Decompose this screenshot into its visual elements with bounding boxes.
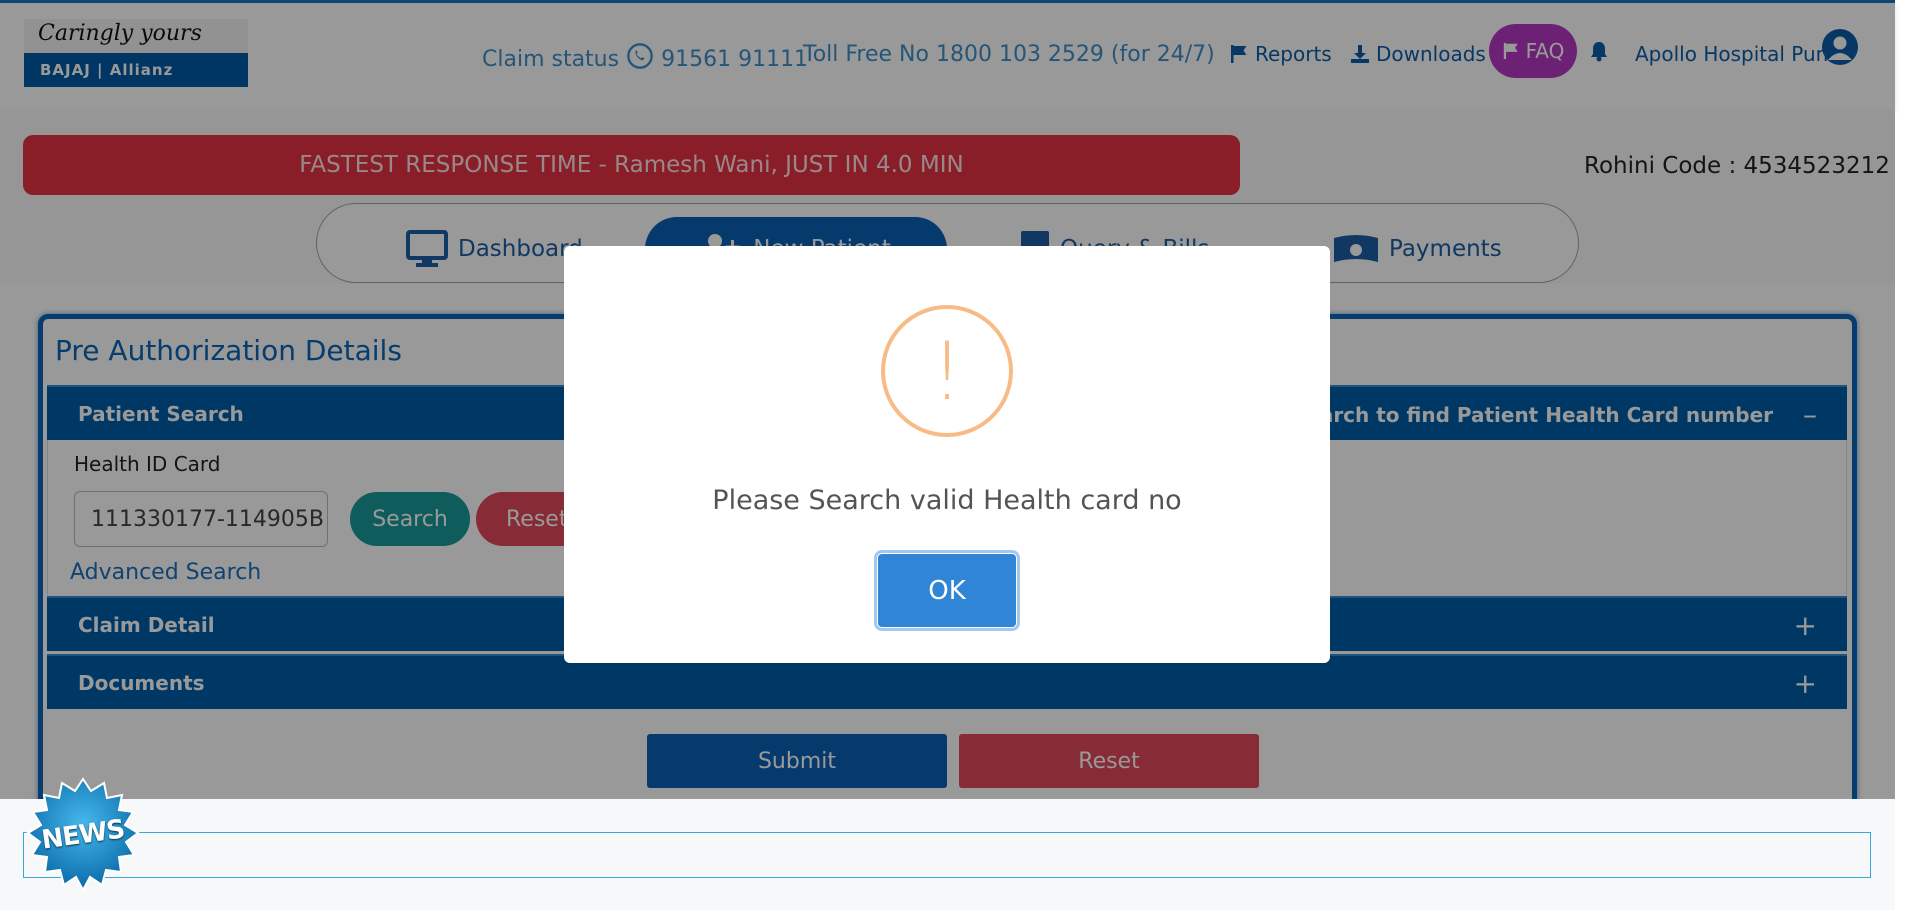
ok-button[interactable]: OK xyxy=(877,553,1017,628)
news-badge: NEWS xyxy=(25,777,141,893)
news-badge-label: NEWS xyxy=(39,814,127,856)
news-ticker xyxy=(23,832,1871,878)
warning-icon: ! xyxy=(881,305,1013,437)
alert-message: Please Search valid Health card no xyxy=(712,485,1182,516)
